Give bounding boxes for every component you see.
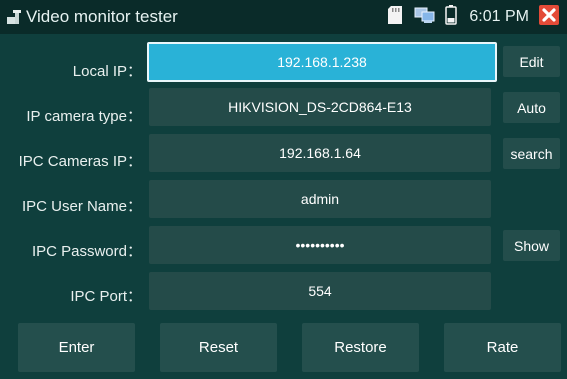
cameras-ip-field[interactable]: 192.168.1.64 [149, 134, 491, 172]
port-label: IPC Port： [70, 288, 142, 305]
port-field[interactable]: 554 [149, 272, 491, 310]
search-button[interactable]: search [503, 138, 560, 169]
app-icon [6, 8, 24, 26]
cameras-ip-label: IPC Cameras IP： [18, 153, 142, 170]
app-title: Video monitor tester [26, 7, 178, 26]
user-name-field[interactable]: admin [149, 180, 491, 218]
battery-icon [445, 4, 458, 30]
close-icon[interactable] [539, 4, 559, 30]
network-icon [413, 6, 435, 29]
camera-type-field[interactable]: HIKVISION_DS-2CD864-E13 [149, 88, 491, 126]
password-field[interactable]: •••••••••• [149, 226, 491, 264]
status-time: 6:01 PM [469, 8, 529, 25]
camera-type-label: IP camera type： [26, 108, 142, 125]
sd-card-icon [387, 5, 403, 30]
rate-button[interactable]: Rate [444, 323, 561, 372]
password-label: IPC Password： [31, 243, 142, 260]
auto-button[interactable]: Auto [503, 92, 560, 123]
local-ip-field[interactable]: 192.168.1.238 [147, 42, 497, 82]
show-button[interactable]: Show [503, 230, 560, 261]
title-bar: Video monitor tester 6:01 PM [0, 0, 567, 34]
reset-button[interactable]: Reset [160, 323, 277, 372]
restore-button[interactable]: Restore [302, 323, 419, 372]
enter-button[interactable]: Enter [18, 323, 135, 372]
local-ip-label: Local IP： [72, 63, 142, 80]
user-name-label: IPC User Name： [21, 198, 142, 215]
status-icons: 6:01 PM [387, 4, 559, 30]
edit-button[interactable]: Edit [503, 46, 560, 77]
